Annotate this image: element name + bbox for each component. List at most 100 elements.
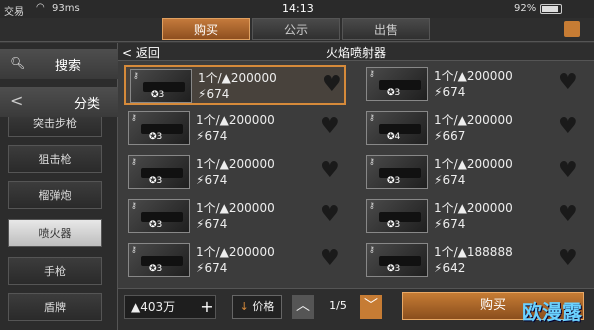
favorite-heart-icon[interactable]: ♥ — [320, 246, 340, 271]
key-icon: ⚷ — [131, 245, 137, 254]
level-value: 4 — [394, 132, 401, 142]
key-icon: ⚷ — [131, 113, 137, 122]
level-value: 3 — [156, 220, 163, 230]
watermark: 欧漫露 — [522, 300, 582, 324]
sort-arrow-icon: ↓ — [239, 300, 249, 313]
unit-price-label: ⚡674 — [196, 261, 228, 275]
sidebar-item-pistol[interactable]: 手枪 — [8, 257, 102, 285]
listing-card[interactable]: ⚷ ✪3 1个/▲200000 ⚡674 ♥ — [362, 153, 584, 193]
sidebar-item-grenade-launcher[interactable]: 榴弹炮 — [8, 181, 102, 209]
level-badge: ✪3 — [149, 132, 163, 142]
listing-card[interactable]: ⚷ ✪3 1个/▲200000 ⚡674 ♥ — [124, 109, 346, 149]
weapon-thumbnail: ⚷ ✪3 — [366, 155, 428, 189]
key-icon: ⚷ — [133, 71, 139, 80]
battery-percent: 92% — [514, 3, 537, 14]
sidebar-item-flamethrower[interactable]: 喷火器 — [8, 219, 102, 247]
tab-sell[interactable]: 出售 — [342, 18, 430, 40]
notebook-icon[interactable] — [564, 21, 580, 37]
sub-header: < 返回 火焰喷射器 — [118, 43, 594, 61]
quantity-price-label: 1个/▲188888 — [434, 245, 513, 259]
level-value: 3 — [156, 264, 163, 274]
battery-icon — [540, 4, 562, 14]
listing-card[interactable]: ⚷ ✪3 1个/▲200000 ⚡674 ♥ — [124, 197, 346, 237]
unit-price-label: ⚡642 — [434, 261, 466, 275]
favorite-heart-icon[interactable]: ♥ — [320, 158, 340, 183]
quantity-price-label: 1个/▲200000 — [198, 71, 277, 85]
unit-price-value: 674 — [206, 87, 230, 101]
unit-price-label: ⚡674 — [198, 87, 230, 101]
favorite-heart-icon[interactable]: ♥ — [558, 158, 578, 183]
level-value: 3 — [394, 88, 401, 98]
level-badge: ✪3 — [151, 90, 165, 100]
sort-price-button[interactable]: ↓ 价格 — [232, 295, 282, 319]
level-value: 3 — [394, 220, 401, 230]
weapon-thumbnail: ⚷ ✪3 — [366, 67, 428, 101]
key-icon: ⚷ — [131, 157, 137, 166]
unit-price-label: ⚡674 — [196, 173, 228, 187]
level-badge: ✪3 — [387, 176, 401, 186]
status-bar: 交易 ◠ 93ms 14:13 92% — [0, 0, 594, 18]
favorite-heart-icon[interactable]: ♥ — [322, 72, 342, 97]
unit-price-value: 674 — [442, 173, 466, 187]
level-badge: ✪3 — [387, 88, 401, 98]
back-label: 返回 — [135, 46, 160, 60]
listing-card[interactable]: ⚷ ✪3 1个/▲188888 ⚡642 ♥ — [362, 241, 584, 281]
listing-card[interactable]: ⚷ ✪3 1个/▲200000 ⚡674 ♥ — [362, 65, 584, 105]
listing-card[interactable]: ⚷ ✪4 1个/▲200000 ⚡667 ♥ — [362, 109, 584, 149]
listing-card[interactable]: ⚷ ✪3 1个/▲200000 ⚡674 ♥ — [124, 241, 346, 281]
unit-price-value: 674 — [204, 173, 228, 187]
quantity-price-label: 1个/▲200000 — [434, 69, 513, 83]
favorite-heart-icon[interactable]: ♥ — [558, 246, 578, 271]
tab-buy[interactable]: 购买 — [162, 18, 250, 40]
quantity-price-label: 1个/▲200000 — [196, 201, 275, 215]
quantity-price-label: 1个/▲200000 — [434, 157, 513, 171]
level-badge: ✪3 — [149, 176, 163, 186]
key-icon: ⚷ — [369, 201, 375, 210]
level-badge: ✪3 — [149, 220, 163, 230]
listing-card[interactable]: ⚷ ✪3 1个/▲200000 ⚡674 ♥ — [124, 65, 346, 105]
unit-price-label: ⚡674 — [434, 217, 466, 231]
weapon-thumbnail: ⚷ ✪3 — [128, 111, 190, 145]
level-value: 3 — [156, 132, 163, 142]
key-icon: ⚷ — [131, 201, 137, 210]
category-list[interactable]: 突击步枪 狙击枪 榴弹炮 喷火器 手枪 盾牌 — [8, 117, 110, 330]
page-down-button[interactable]: ﹀ — [360, 295, 382, 319]
level-value: 3 — [156, 176, 163, 186]
listing-card[interactable]: ⚷ ✪3 1个/▲200000 ⚡674 ♥ — [124, 153, 346, 193]
listing-panel: < 返回 火焰喷射器 ⚷ ✪3 1个/▲200000 ⚡674 ♥ ⚷ ✪3 1个/▲2000… — [118, 43, 594, 330]
unit-price-value: 674 — [204, 261, 228, 275]
search-button[interactable]: 🔍︎ 搜索 — [0, 49, 118, 79]
back-button[interactable]: < 返回 — [122, 44, 160, 61]
level-badge: ✪3 — [387, 264, 401, 274]
tab-publicity[interactable]: 公示 — [252, 18, 340, 40]
quantity-price-label: 1个/▲200000 — [196, 157, 275, 171]
search-icon: 🔍︎ — [10, 56, 26, 70]
weapon-thumbnail: ⚷ ✪4 — [366, 111, 428, 145]
favorite-heart-icon[interactable]: ♥ — [558, 114, 578, 139]
level-value: 3 — [394, 176, 401, 186]
favorite-heart-icon[interactable]: ♥ — [558, 202, 578, 227]
unit-price-label: ⚡674 — [196, 217, 228, 231]
search-label: 搜索 — [55, 59, 82, 74]
favorite-heart-icon[interactable]: ♥ — [320, 114, 340, 139]
favorite-heart-icon[interactable]: ♥ — [320, 202, 340, 227]
sidebar-item-sniper[interactable]: 狙击枪 — [8, 145, 102, 173]
page-up-button[interactable]: ︿ — [292, 295, 314, 319]
unit-price-label: ⚡674 — [434, 173, 466, 187]
sidebar-item-assault-rifle[interactable]: 突击步枪 — [8, 117, 102, 137]
key-icon: ⚷ — [369, 113, 375, 122]
unit-price-value: 674 — [442, 217, 466, 231]
quantity-price-label: 1个/▲200000 — [196, 245, 275, 259]
add-funds-button[interactable]: + — [200, 297, 214, 317]
listing-card[interactable]: ⚷ ✪3 1个/▲200000 ⚡674 ♥ — [362, 197, 584, 237]
quantity-price-label: 1个/▲200000 — [434, 113, 513, 127]
wifi-icon: ◠ — [36, 2, 45, 13]
unit-price-label: ⚡674 — [434, 85, 466, 99]
category-label: 分类 — [74, 97, 101, 112]
sidebar-item-shield[interactable]: 盾牌 — [8, 293, 102, 321]
tab-group: 购买 公示 出售 — [162, 18, 432, 40]
weapon-thumbnail: ⚷ ✪3 — [130, 69, 192, 103]
category-button[interactable]: < 分类 — [0, 87, 118, 117]
favorite-heart-icon[interactable]: ♥ — [558, 70, 578, 95]
level-badge: ✪3 — [387, 220, 401, 230]
